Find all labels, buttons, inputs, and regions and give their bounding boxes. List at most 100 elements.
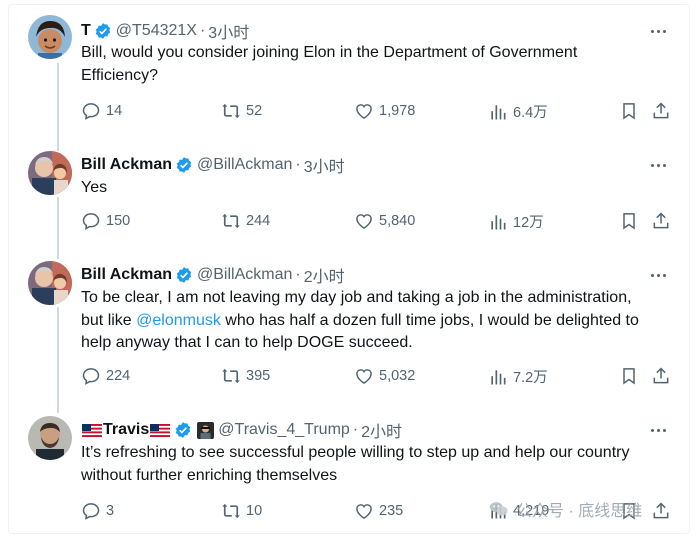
- avatar[interactable]: [28, 261, 72, 305]
- verified-icon: [176, 157, 192, 173]
- bookmark-button[interactable]: [619, 366, 639, 391]
- timestamp[interactable]: 2小时: [304, 263, 345, 287]
- like-button[interactable]: 5,032: [354, 366, 415, 386]
- us-flag-icon: [82, 423, 102, 437]
- separator: ·: [352, 421, 359, 438]
- reply-count: 14: [106, 103, 123, 119]
- like-icon: [356, 369, 372, 384]
- retweet-count: 395: [246, 368, 271, 384]
- bookmark-icon: [623, 368, 635, 385]
- like-icon: [356, 214, 372, 229]
- retweet-button[interactable]: 52: [221, 101, 262, 121]
- reply-icon: [82, 368, 100, 385]
- like-button[interactable]: 5,840: [354, 211, 415, 231]
- like-count: 235: [379, 503, 404, 519]
- display-name[interactable]: Travis: [103, 421, 149, 439]
- views-button[interactable]: 12万: [488, 211, 544, 232]
- retweet-count: 10: [246, 503, 263, 519]
- display-name[interactable]: Bill Ackman: [81, 266, 172, 284]
- view-count: 6.4万: [513, 105, 548, 121]
- tweet[interactable]: T @T54321X · 3小时 Bill, would you conside…: [9, 5, 689, 145]
- watermark: 公众号 · 底线思维: [488, 497, 642, 521]
- tweet-header: Travis @Travis_4_Trump · 2小时: [81, 419, 649, 441]
- share-button[interactable]: [651, 101, 671, 126]
- action-bar: 150 244 5,840 12万: [81, 211, 671, 233]
- more-icon[interactable]: [647, 421, 669, 439]
- views-button[interactable]: 7.2万: [488, 366, 548, 387]
- retweet-button[interactable]: 395: [221, 366, 270, 386]
- share-icon: [653, 212, 669, 229]
- avatar[interactable]: [28, 416, 72, 460]
- retweet-button[interactable]: 10: [221, 501, 262, 521]
- reply-count: 150: [106, 213, 131, 229]
- reply-button[interactable]: 224: [81, 366, 130, 386]
- bookmark-button[interactable]: [619, 101, 639, 126]
- handle[interactable]: @BillAckman: [197, 156, 292, 174]
- share-icon: [653, 102, 669, 119]
- retweet-icon: [222, 503, 240, 519]
- retweet-icon: [222, 213, 240, 229]
- like-button[interactable]: 1,978: [354, 101, 415, 121]
- separator: ·: [295, 156, 301, 173]
- reply-icon: [82, 213, 100, 230]
- tweet[interactable]: Bill Ackman @BillAckman · 3小时 Yes 150 24…: [9, 145, 689, 255]
- thread-container: T @T54321X · 3小时 Bill, would you conside…: [8, 4, 690, 534]
- tweet-header: Bill Ackman @BillAckman · 3小时: [81, 154, 649, 176]
- like-count: 5,032: [379, 368, 416, 384]
- affiliate-badge-icon: [197, 421, 215, 439]
- share-button[interactable]: [651, 366, 671, 391]
- like-button[interactable]: 235: [354, 501, 403, 521]
- view-count: 7.2万: [513, 370, 548, 386]
- timestamp[interactable]: 2小时: [361, 418, 402, 442]
- views-icon: [491, 104, 506, 119]
- verified-icon: [95, 23, 110, 39]
- reply-icon: [82, 103, 100, 120]
- tweet-text: Yes: [81, 179, 108, 196]
- bookmark-icon: [623, 103, 635, 120]
- retweet-icon: [222, 103, 240, 119]
- us-flag-icon: [150, 423, 171, 437]
- separator: ·: [295, 266, 301, 283]
- wechat-icon: [489, 502, 508, 516]
- more-icon[interactable]: [647, 266, 669, 284]
- reply-icon: [82, 503, 100, 520]
- share-button[interactable]: [651, 501, 671, 526]
- like-count: 5,840: [379, 213, 416, 229]
- share-icon: [653, 502, 669, 519]
- views-button[interactable]: 6.4万: [488, 101, 548, 122]
- like-count: 1,978: [379, 103, 416, 119]
- timestamp[interactable]: 3小时: [304, 153, 345, 177]
- like-icon: [356, 504, 372, 519]
- handle[interactable]: @T54321X: [116, 22, 197, 40]
- tweet-header: T @T54321X · 3小时: [81, 20, 649, 42]
- timestamp[interactable]: 3小时: [208, 19, 249, 43]
- share-button[interactable]: [651, 211, 671, 236]
- verified-icon: [176, 267, 192, 283]
- tweet[interactable]: Bill Ackman @BillAckman · 2小时 To be clea…: [9, 255, 689, 410]
- verified-icon: [176, 422, 191, 438]
- avatar[interactable]: [28, 151, 72, 195]
- more-icon[interactable]: [647, 22, 669, 40]
- action-bar: 14 52 1,978 6.4万: [81, 101, 671, 123]
- more-icon[interactable]: [647, 156, 669, 174]
- share-icon: [653, 367, 669, 384]
- retweet-count: 244: [246, 213, 271, 229]
- handle[interactable]: @BillAckman: [197, 266, 292, 284]
- avatar[interactable]: [28, 15, 72, 59]
- bookmark-button[interactable]: [619, 211, 639, 236]
- reply-button[interactable]: 3: [81, 501, 114, 521]
- display-name[interactable]: Bill Ackman: [81, 156, 172, 174]
- handle[interactable]: @Travis_4_Trump: [218, 421, 350, 439]
- reply-count: 3: [106, 503, 115, 519]
- tweet-header: Bill Ackman @BillAckman · 2小时: [81, 264, 649, 286]
- retweet-button[interactable]: 244: [221, 211, 270, 231]
- reply-button[interactable]: 14: [81, 101, 122, 121]
- separator: ·: [199, 22, 206, 39]
- retweet-icon: [222, 368, 240, 384]
- retweet-count: 52: [246, 103, 263, 119]
- bookmark-icon: [623, 213, 635, 230]
- tweet-text: It’s refreshing to see successful people…: [81, 444, 630, 484]
- display-name[interactable]: T: [81, 22, 91, 40]
- reply-button[interactable]: 150: [81, 211, 130, 231]
- mention-link[interactable]: @elonmusk: [136, 312, 221, 329]
